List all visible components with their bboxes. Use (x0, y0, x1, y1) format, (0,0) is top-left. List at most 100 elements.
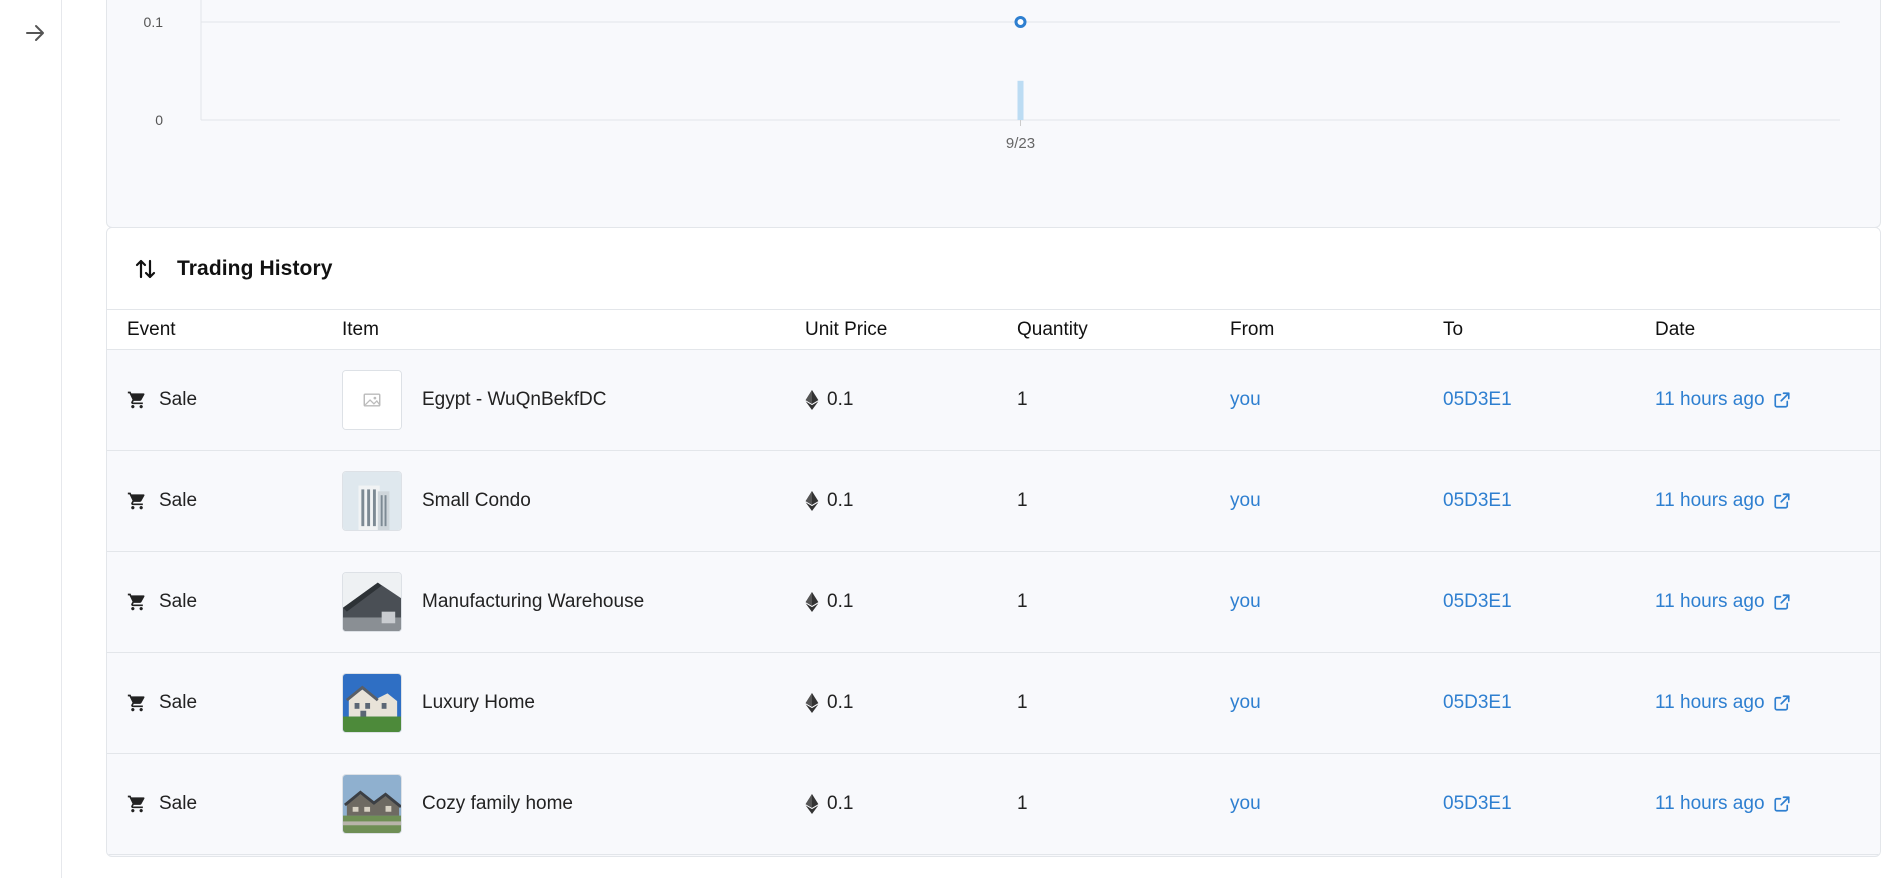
quantity-value: 1 (1017, 389, 1028, 410)
to-address-link[interactable]: 05D3E1 (1443, 591, 1655, 613)
column-header-item[interactable]: Item (342, 319, 805, 341)
y-tick-label: 0 (155, 112, 163, 128)
date-link[interactable]: 11 hours ago (1655, 490, 1870, 512)
ethereum-icon (805, 491, 819, 511)
column-header-from[interactable]: From (1230, 319, 1443, 341)
date-link[interactable]: 11 hours ago (1655, 591, 1870, 613)
quantity-value: 1 (1017, 490, 1028, 511)
ethereum-icon (805, 693, 819, 713)
event-label: Sale (159, 490, 198, 511)
table-row[interactable]: Sale Small Condo 0.1 1 you 05D3E1 11 hours ago (107, 451, 1880, 552)
item-name[interactable]: Cozy family home (422, 793, 573, 815)
column-header-event[interactable]: Event (107, 319, 342, 341)
event-label: Sale (159, 793, 198, 814)
unit-price-value: 0.1 (827, 389, 854, 410)
table-row[interactable]: Sale Cozy family home 0.1 1 you 05D3E1 11 hour… (107, 754, 1880, 855)
column-header-quantity[interactable]: Quantity (1017, 319, 1230, 341)
date-text[interactable]: 11 hours ago (1655, 692, 1765, 714)
external-link-icon[interactable] (1773, 694, 1791, 712)
ethereum-icon (805, 592, 819, 612)
date-text[interactable]: 11 hours ago (1655, 591, 1765, 613)
from-address-link[interactable]: you (1230, 692, 1443, 714)
from-address-link[interactable]: you (1230, 793, 1443, 815)
unit-price-cell: 0.1 (805, 389, 1017, 411)
price-chart-svg: 0.1 0 9/23 (144, 0, 1840, 152)
quantity-value: 1 (1017, 591, 1028, 612)
table-row[interactable]: Sale Luxury Home 0.1 1 you 05D3E1 11 hours ago (107, 653, 1880, 754)
event-label: Sale (159, 591, 198, 612)
shopping-cart-icon (127, 491, 147, 511)
column-header-to[interactable]: To (1443, 319, 1655, 341)
date-link[interactable]: 11 hours ago (1655, 389, 1870, 411)
unit-price-value: 0.1 (827, 692, 854, 713)
table-row[interactable]: Sale Manufacturing Warehouse 0.1 1 you 05D3E1… (107, 552, 1880, 653)
sidebar (0, 0, 62, 878)
price-chart: 0.1 0 9/23 (106, 0, 1881, 228)
unit-price-value: 0.1 (827, 591, 854, 612)
price-data-point (1014, 16, 1027, 28)
quantity-value: 1 (1017, 793, 1028, 814)
external-link-icon[interactable] (1773, 593, 1791, 611)
event-label: Sale (159, 692, 198, 713)
item-cell[interactable]: Luxury Home (342, 673, 805, 733)
ethereum-icon (805, 390, 819, 410)
x-tick-label: 9/23 (1006, 135, 1035, 152)
unit-price-value: 0.1 (827, 793, 854, 814)
item-name[interactable]: Luxury Home (422, 692, 535, 714)
item-cell[interactable]: Cozy family home (342, 774, 805, 834)
from-address-link[interactable]: you (1230, 389, 1443, 411)
trading-history-panel: Trading History Event Item Unit Price Qu… (106, 227, 1881, 857)
unit-price-cell: 0.1 (805, 490, 1017, 512)
quantity-value: 1 (1017, 692, 1028, 713)
to-address-link[interactable]: 05D3E1 (1443, 692, 1655, 714)
trading-history-header: Trading History (107, 228, 1880, 310)
shopping-cart-icon (127, 592, 147, 612)
event-cell: Sale (107, 692, 342, 714)
item-name[interactable]: Egypt - WuQnBekfDC (422, 389, 606, 411)
from-address-link[interactable]: you (1230, 490, 1443, 512)
from-address-link[interactable]: you (1230, 591, 1443, 613)
shopping-cart-icon (127, 794, 147, 814)
column-header-date[interactable]: Date (1655, 319, 1870, 341)
item-cell[interactable]: Egypt - WuQnBekfDC (342, 370, 805, 430)
item-name[interactable]: Manufacturing Warehouse (422, 591, 644, 613)
arrow-right-icon (26, 25, 44, 41)
external-link-icon[interactable] (1773, 391, 1791, 409)
expand-sidebar-button[interactable] (20, 18, 50, 48)
item-cell[interactable]: Small Condo (342, 471, 805, 531)
to-address-link[interactable]: 05D3E1 (1443, 490, 1655, 512)
event-cell: Sale (107, 490, 342, 512)
to-address-link[interactable]: 05D3E1 (1443, 793, 1655, 815)
item-thumbnail[interactable] (342, 572, 402, 632)
ethereum-icon (805, 794, 819, 814)
volume-bar (1017, 80, 1024, 120)
item-thumbnail[interactable] (342, 370, 402, 430)
event-cell: Sale (107, 793, 342, 815)
item-thumbnail[interactable] (342, 471, 402, 531)
item-name[interactable]: Small Condo (422, 490, 531, 512)
date-text[interactable]: 11 hours ago (1655, 490, 1765, 512)
trading-history-title: Trading History (177, 256, 333, 280)
unit-price-cell: 0.1 (805, 591, 1017, 613)
swap-vertical-icon (135, 257, 159, 281)
shopping-cart-icon (127, 390, 147, 410)
event-cell: Sale (107, 591, 342, 613)
item-thumbnail[interactable] (342, 673, 402, 733)
table-header: Event Item Unit Price Quantity From To D… (107, 310, 1880, 350)
table-row[interactable]: Sale Egypt - WuQnBekfDC 0.1 1 you 05D3E1 11 ho… (107, 350, 1880, 451)
unit-price-cell: 0.1 (805, 793, 1017, 815)
unit-price-cell: 0.1 (805, 692, 1017, 714)
to-address-link[interactable]: 05D3E1 (1443, 389, 1655, 411)
date-text[interactable]: 11 hours ago (1655, 389, 1765, 411)
item-thumbnail[interactable] (342, 774, 402, 834)
date-text[interactable]: 11 hours ago (1655, 793, 1765, 815)
column-header-unit-price[interactable]: Unit Price (805, 319, 1017, 341)
external-link-icon[interactable] (1773, 795, 1791, 813)
date-link[interactable]: 11 hours ago (1655, 692, 1870, 714)
external-link-icon[interactable] (1773, 492, 1791, 510)
table-body: Sale Egypt - WuQnBekfDC 0.1 1 you 05D3E1 11 ho… (107, 350, 1880, 855)
date-link[interactable]: 11 hours ago (1655, 793, 1870, 815)
unit-price-value: 0.1 (827, 490, 854, 511)
y-tick-label: 0.1 (144, 14, 164, 30)
item-cell[interactable]: Manufacturing Warehouse (342, 572, 805, 632)
